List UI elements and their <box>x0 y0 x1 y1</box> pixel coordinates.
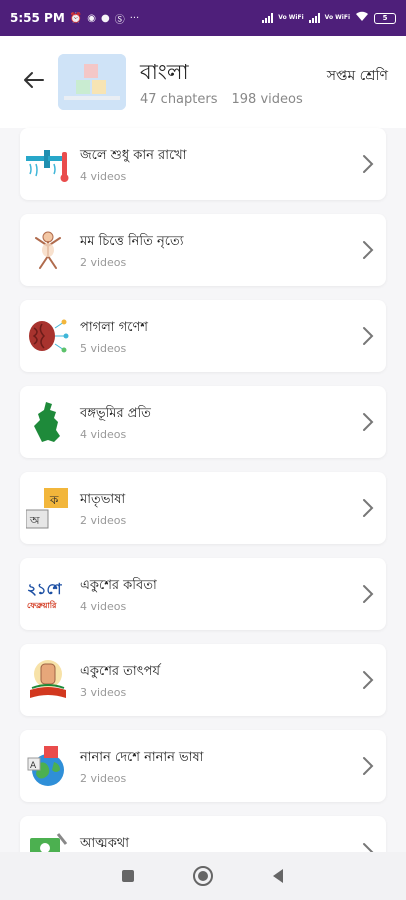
network-label-1: Vo WiFi <box>278 14 304 21</box>
chevron-right-icon <box>363 155 374 173</box>
back-button[interactable] <box>20 66 48 94</box>
lang-letter-a: অ <box>29 514 40 527</box>
chapter-card[interactable]: একুশের তাৎপর্য 3 videos <box>20 644 386 716</box>
language-cards-icon: ক অ <box>25 486 70 530</box>
battery-icon: 5 <box>374 12 396 24</box>
subject-thumbnail <box>58 54 126 110</box>
video-count: 198 videos <box>231 92 303 107</box>
chapter-video-count: 5 videos <box>80 342 127 355</box>
chapter-video-count: 2 videos <box>80 514 127 527</box>
more-notifications-icon: ··· <box>129 12 140 24</box>
globe-languages-icon: A <box>26 744 70 788</box>
chevron-right-icon <box>363 413 374 431</box>
chapter-card[interactable]: ক অ মাতৃভাষা 2 videos <box>20 472 386 544</box>
chapter-card[interactable]: মম চিত্তে নিতি নৃত্যে 2 videos <box>20 214 386 286</box>
status-time: 5:55 PM <box>10 11 65 25</box>
chapter-title: মাতৃভাষা <box>80 492 126 507</box>
triangle-back-icon <box>273 869 284 883</box>
chapter-card[interactable]: পাগলা গণেশ 5 videos <box>20 300 386 372</box>
chapter-video-count: 4 videos <box>80 600 127 613</box>
recents-button[interactable] <box>114 862 142 890</box>
system-nav-bar <box>0 852 406 900</box>
circle-icon <box>192 866 213 886</box>
status-bar: 5:55 PM ⏰ ◉ ● Ⓢ ··· Vo WiFi Vo WiFi 5 <box>0 0 406 36</box>
signal-1-icon <box>262 13 274 23</box>
lang-letter-b: A <box>30 761 37 771</box>
alphabet-blocks-icon <box>58 54 126 110</box>
back-nav-button[interactable] <box>264 862 292 890</box>
back-arrow-icon <box>24 72 44 88</box>
status-left: 5:55 PM ⏰ ◉ ● Ⓢ ··· <box>10 11 139 26</box>
chapter-card[interactable]: A নানান দেশে নানান ভাষা 2 videos <box>20 730 386 802</box>
dancing-child-icon <box>26 228 70 272</box>
chevron-right-icon <box>363 327 374 345</box>
water-pipe-icon <box>26 142 70 186</box>
bengal-map-icon <box>26 400 70 444</box>
home-button[interactable] <box>189 862 217 890</box>
chevron-right-icon <box>363 585 374 603</box>
raised-fist-book-icon <box>26 658 70 702</box>
chapter-video-count: 4 videos <box>80 428 127 441</box>
chapter-video-count: 2 videos <box>80 772 127 785</box>
network-label-2: Vo WiFi <box>324 14 350 21</box>
status-right: Vo WiFi Vo WiFi 5 <box>262 11 396 25</box>
ekushe-top: ২১শে <box>27 580 63 598</box>
chapter-video-count: 3 videos <box>80 686 127 699</box>
chapter-count: 47 chapters <box>140 92 218 107</box>
chevron-right-icon <box>363 499 374 517</box>
chapter-title: বঙ্গভূমির প্রতি <box>80 406 151 421</box>
whatsapp-icon: ◉ <box>87 12 96 24</box>
subject-header: বাংলা 47 chapters 198 videos সপ্তম শ্রেণি <box>0 36 406 128</box>
chapter-card[interactable]: জলে শুধু কান রাখো 4 videos <box>20 128 386 200</box>
chevron-right-icon <box>363 241 374 259</box>
lang-letter-c: ক <box>49 493 59 507</box>
wifi-icon <box>355 11 369 25</box>
chapter-video-count: 2 videos <box>80 256 127 269</box>
subject-meta: 47 chapters 198 videos <box>140 92 303 107</box>
alarm-icon: ⏰ <box>69 12 83 24</box>
chapter-title: জলে শুধু কান রাখো <box>80 148 187 163</box>
chapter-title: একুশের তাৎপর্য <box>80 664 160 679</box>
chapter-video-count: 4 videos <box>80 170 127 183</box>
chapter-card[interactable]: বঙ্গভূমির প্রতি 4 videos <box>20 386 386 458</box>
skype-icon: Ⓢ <box>114 14 125 26</box>
brain-network-icon <box>26 314 70 358</box>
chapter-card[interactable]: ২১শে ফেব্রুয়ারি একুশের কবিতা 4 videos <box>20 558 386 630</box>
chapter-title: মম চিত্তে নিতি নৃত্যে <box>80 234 184 249</box>
chevron-right-icon <box>363 671 374 689</box>
chapter-title: একুশের কবিতা <box>80 578 157 593</box>
square-icon <box>121 870 134 882</box>
chapter-title: নানান দেশে নানান ভাষা <box>80 750 204 765</box>
class-label[interactable]: সপ্তম শ্রেণি <box>327 64 388 88</box>
chat-icon: ● <box>100 12 110 24</box>
page-title: বাংলা <box>140 60 189 84</box>
ekushe-bottom: ফেব্রুয়ারি <box>27 600 57 610</box>
chevron-right-icon <box>363 757 374 775</box>
signal-2-icon <box>308 13 320 23</box>
chapter-title: পাগলা গণেশ <box>80 320 148 335</box>
ekushe-text-icon: ২১শে ফেব্রুয়ারি <box>26 572 70 616</box>
